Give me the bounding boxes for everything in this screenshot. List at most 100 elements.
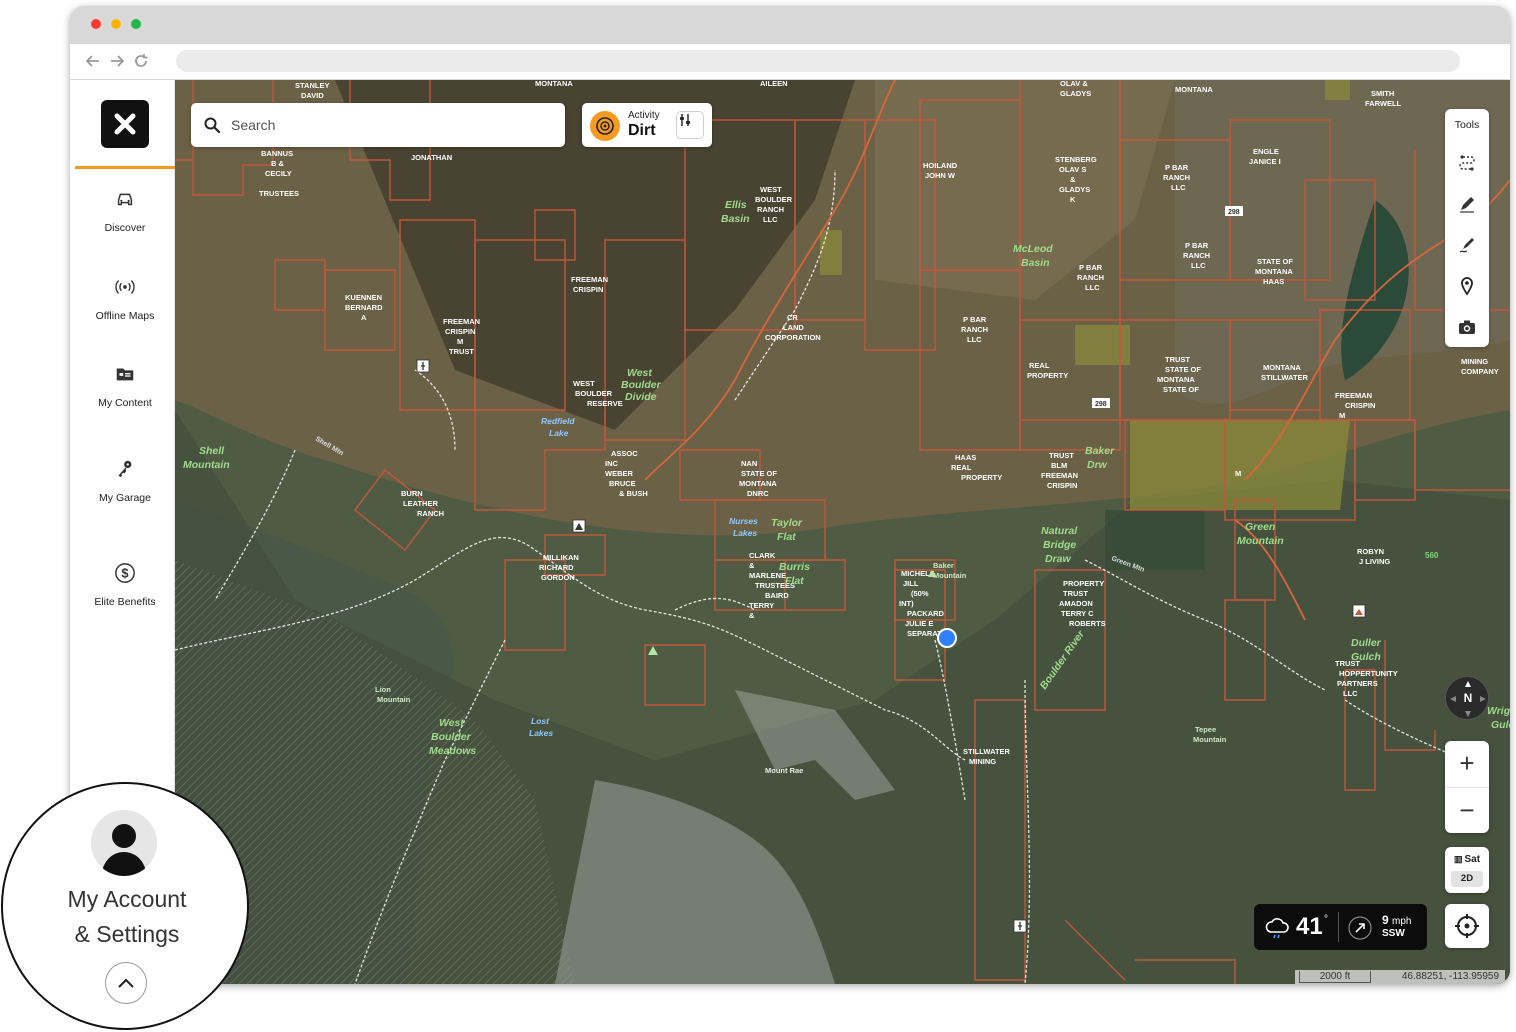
map-label: Divide — [625, 391, 657, 403]
sidebar-item-elite-benefits[interactable]: $ Elite Benefits — [75, 562, 175, 610]
map-label: STATE OF — [741, 469, 777, 478]
map-pin-icon[interactable] — [1457, 276, 1477, 296]
map-label: Nurses — [729, 516, 758, 526]
compass-button[interactable]: N — [1445, 676, 1489, 720]
map-label: RANCH — [1183, 251, 1210, 260]
map-label: MONTANA — [535, 80, 573, 88]
broadcast-icon — [115, 280, 135, 294]
map-label: BRUCE — [609, 479, 636, 488]
url-bar[interactable] — [176, 50, 1460, 72]
map-label: JANICE I — [1249, 157, 1281, 166]
avatar[interactable] — [91, 810, 157, 876]
map-label: RANCH — [1163, 173, 1190, 182]
satellite-map: STANLEY DAVID MONTANA AILEEN OLAV & GLAD… — [175, 80, 1510, 984]
map-label: RESERVE — [587, 399, 623, 408]
minimize-window-button[interactable] — [111, 19, 121, 29]
map-canvas[interactable]: STANLEY DAVID MONTANA AILEEN OLAV & GLAD… — [175, 80, 1510, 984]
map-label: MINING — [1461, 357, 1488, 366]
basemap-label: ▥ Sat — [1453, 854, 1481, 865]
map-label: Natural — [1041, 525, 1078, 537]
scale-distance: 2000 ft — [1299, 971, 1371, 983]
map-label: Duller — [1351, 637, 1382, 649]
draw-pen-icon[interactable] — [1457, 194, 1477, 214]
basemap-layer-button[interactable]: ▥ Sat 2D — [1445, 847, 1489, 893]
map-label: CECILY — [265, 169, 292, 178]
map-label: PARTNERS — [1337, 679, 1378, 688]
search-input[interactable] — [231, 115, 551, 135]
sidebar-item-label: Discover — [104, 222, 146, 234]
map-label: P BAR — [1185, 241, 1209, 250]
map-label: Green — [1245, 521, 1275, 533]
map-label: SMITH — [1371, 89, 1394, 98]
map-label: Lost — [531, 716, 550, 726]
temperature-degree: ° — [1324, 914, 1328, 925]
map-label: NAN — [741, 459, 757, 468]
trailhead-icon[interactable] — [1352, 604, 1366, 618]
map-label: CLARK — [749, 551, 776, 560]
sidebar-item-discover[interactable]: Discover — [75, 188, 175, 236]
map-label: Lion — [375, 685, 391, 694]
map-label: MONTANA — [1255, 267, 1293, 276]
temperature: 41 — [1296, 913, 1323, 940]
sidebar-item-my-garage[interactable]: My Garage — [75, 458, 175, 506]
map-label: Gulch — [1351, 651, 1381, 663]
map-label: LLC — [967, 335, 982, 344]
map-label: MINING — [969, 757, 996, 766]
map-label: LLC — [1171, 183, 1186, 192]
zoom-out-button[interactable]: − — [1445, 787, 1489, 833]
recenter-button[interactable] — [1445, 904, 1489, 948]
map-label: STATE OF — [1257, 257, 1293, 266]
close-window-button[interactable] — [91, 19, 101, 29]
account-expand-button[interactable] — [105, 962, 147, 1004]
map-label: TRUST — [449, 347, 474, 356]
reload-icon[interactable] — [132, 52, 150, 70]
account-settings-label[interactable]: My Account & Settings — [3, 886, 247, 948]
map-label: Flat — [785, 575, 804, 587]
map-label: OLAV S — [1059, 165, 1086, 174]
map-label: HOPPERTUNITY — [1339, 669, 1398, 678]
activity-selector[interactable]: Activity Dirt — [582, 103, 712, 147]
activity-filter-button[interactable] — [676, 111, 704, 139]
view-mode-badge[interactable]: 2D — [1451, 871, 1483, 887]
zoom-in-button[interactable]: + — [1445, 741, 1489, 787]
route-tool-icon[interactable] — [1457, 153, 1477, 173]
sidebar-item-my-content[interactable]: My Content — [75, 363, 175, 411]
map-label: KUENNEN — [345, 293, 382, 302]
hiker-icon[interactable] — [1013, 919, 1027, 933]
campsite-icon[interactable] — [572, 519, 586, 533]
app-logo[interactable] — [101, 100, 149, 148]
map-label: JONATHAN — [411, 153, 452, 162]
map-label: FREEMAN — [443, 317, 480, 326]
weather-widget[interactable]: 41 ° 9 mph SSW — [1254, 904, 1427, 950]
current-location-marker[interactable] — [937, 628, 957, 648]
forward-arrow-icon[interactable] — [108, 52, 126, 70]
map-label: MONTANA — [1157, 375, 1195, 384]
search-icon — [204, 117, 221, 134]
map-label: ROBYN — [1357, 547, 1384, 556]
map-label: Basin — [721, 213, 750, 225]
hiker-icon[interactable] — [416, 359, 430, 373]
map-label: AMADON — [1059, 599, 1093, 608]
map-label: OLAV & — [1060, 80, 1088, 88]
map-label: FREEMAN — [1335, 391, 1372, 400]
map-label: Boulder — [431, 731, 472, 743]
map-label: STATE OF — [1165, 365, 1201, 374]
dollar-icon: $ — [115, 563, 135, 583]
sidebar-item-offline-maps[interactable]: Offline Maps — [75, 276, 175, 324]
map-label: RANCH — [417, 509, 444, 518]
map-label: GORDON — [541, 573, 575, 582]
draw-shape-icon[interactable] — [1457, 235, 1477, 255]
tools-panel: Tools — [1445, 109, 1489, 347]
map-label: 298 — [1228, 209, 1240, 216]
account-settings-callout[interactable]: My Account & Settings — [1, 782, 249, 1030]
map-label: Mountain — [933, 571, 967, 580]
back-arrow-icon[interactable] — [84, 52, 102, 70]
map-label: DAVID — [301, 91, 324, 100]
svg-text:$: $ — [121, 566, 128, 581]
map-label: Burris — [779, 561, 810, 573]
search-box[interactable] — [191, 103, 565, 147]
camera-icon[interactable] — [1457, 317, 1477, 337]
map-label: West — [627, 367, 652, 379]
user-silhouette-icon — [101, 824, 147, 876]
maximize-window-button[interactable] — [131, 19, 141, 29]
